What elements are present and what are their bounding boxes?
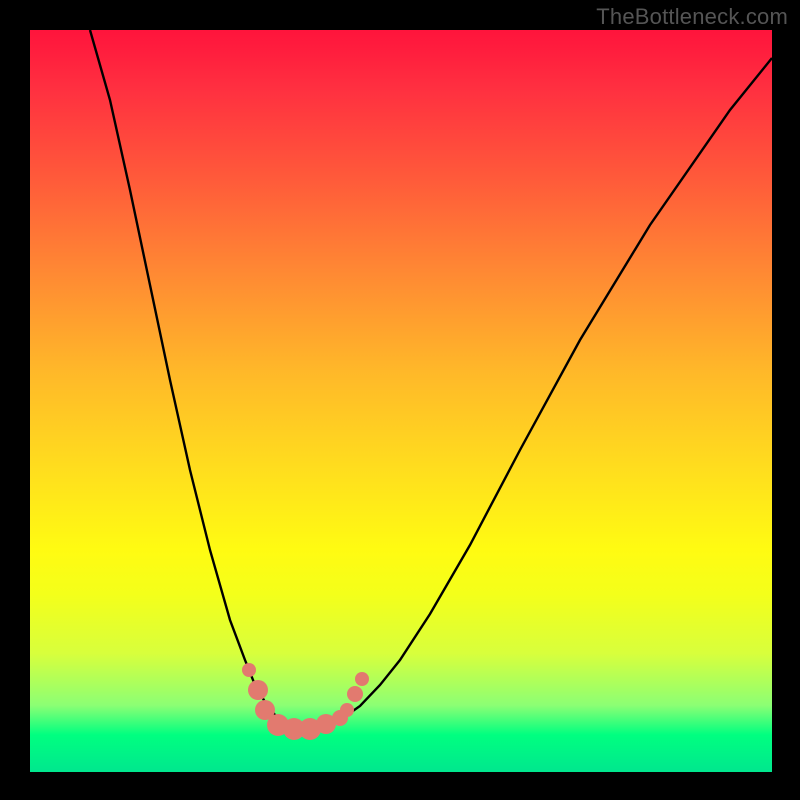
chart-frame: TheBottleneck.com: [0, 0, 800, 800]
marker-group: [242, 663, 369, 740]
curve-marker: [347, 686, 363, 702]
watermark-text: TheBottleneck.com: [596, 4, 788, 30]
plot-area: [30, 30, 772, 772]
curve-marker: [267, 714, 289, 736]
bottleneck-curve: [30, 30, 772, 772]
curve-marker: [283, 718, 305, 740]
curve-marker: [242, 663, 256, 677]
curve-marker: [299, 718, 321, 740]
curve-marker: [355, 672, 369, 686]
curve-marker: [332, 710, 348, 726]
curve-marker: [340, 703, 354, 717]
curve-path: [90, 30, 772, 728]
curve-marker: [248, 680, 268, 700]
curve-marker: [316, 714, 336, 734]
curve-marker: [255, 700, 275, 720]
